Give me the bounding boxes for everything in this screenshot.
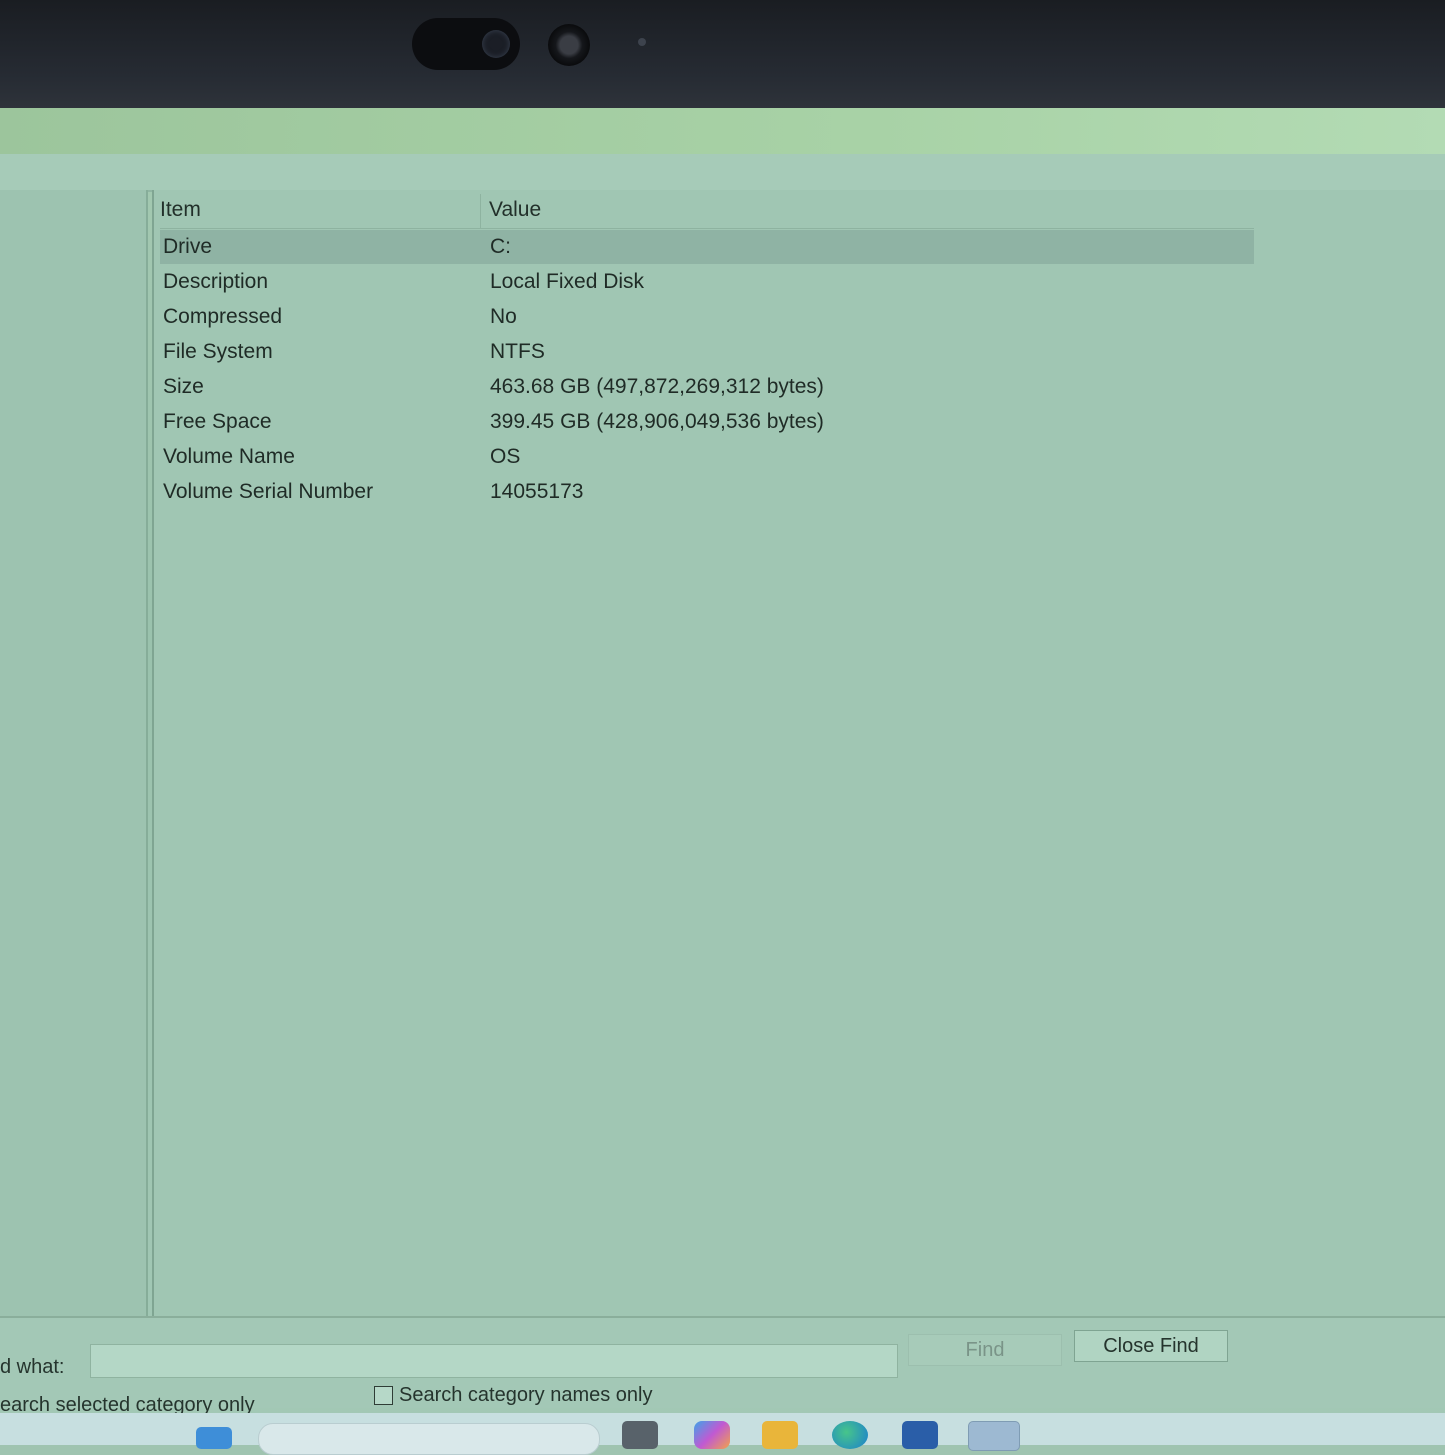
table-row[interactable]: Compressed No — [160, 300, 1254, 334]
row-value: Local Fixed Disk — [490, 270, 645, 293]
checkbox-icon[interactable] — [374, 1386, 393, 1405]
title-bar — [0, 108, 1445, 154]
row-item: Free Space — [163, 410, 272, 433]
find-what-input[interactable] — [90, 1344, 898, 1378]
laptop-bezel — [0, 0, 1445, 108]
system-information-icon[interactable] — [968, 1421, 1020, 1451]
table-row[interactable]: Volume Serial Number 14055173 — [160, 475, 1254, 509]
row-value: 463.68 GB (497,872,269,312 bytes) — [490, 375, 824, 398]
camera-shutter-icon — [412, 18, 520, 70]
row-value: 399.45 GB (428,906,049,536 bytes) — [490, 410, 824, 433]
row-value: C: — [490, 235, 511, 258]
find-what-label: d what: — [0, 1356, 65, 1378]
taskbar — [0, 1413, 1445, 1455]
find-bar: d what: Find Close Find earch selected c… — [0, 1316, 1445, 1416]
column-header-item[interactable]: Item — [160, 194, 481, 228]
table-row[interactable]: File System NTFS — [160, 335, 1254, 369]
table-row[interactable]: Drive C: — [160, 230, 1254, 264]
category-tree-pane[interactable] — [0, 190, 148, 1330]
column-header-value[interactable]: Value — [481, 194, 541, 228]
camera-indicator-icon — [638, 38, 646, 46]
row-value: OS — [490, 445, 521, 468]
search-box[interactable] — [258, 1423, 600, 1455]
search-category-names-only-label: Search category names only — [399, 1384, 653, 1406]
table-row[interactable]: Free Space 399.45 GB (428,906,049,536 by… — [160, 405, 1254, 439]
system-information-window: Item Value Drive C: Description Local Fi… — [0, 108, 1445, 1455]
table-header: Item Value — [160, 194, 1254, 229]
find-button[interactable]: Find — [908, 1334, 1062, 1366]
row-item: Volume Name — [163, 445, 295, 468]
windows-start-icon[interactable] — [196, 1427, 232, 1449]
search-category-names-only-checkbox[interactable]: Search category names only — [374, 1384, 652, 1407]
table-row[interactable]: Volume Name OS — [160, 440, 1254, 474]
row-value: 14055173 — [490, 480, 584, 503]
row-item: Description — [163, 270, 269, 293]
row-value: NTFS — [490, 340, 545, 363]
table-row[interactable]: Size 463.68 GB (497,872,269,312 bytes) — [160, 370, 1254, 404]
close-find-button[interactable]: Close Find — [1074, 1330, 1228, 1362]
webcam-icon — [548, 24, 590, 66]
row-item: Size — [163, 375, 204, 398]
menu-bar — [0, 154, 1445, 192]
row-item: File System — [163, 340, 273, 363]
row-value: No — [490, 305, 517, 328]
row-item: Drive — [163, 235, 213, 258]
row-item: Volume Serial Number — [163, 480, 374, 503]
table-row[interactable]: Description Local Fixed Disk — [160, 265, 1254, 299]
row-item: Compressed — [163, 305, 283, 328]
